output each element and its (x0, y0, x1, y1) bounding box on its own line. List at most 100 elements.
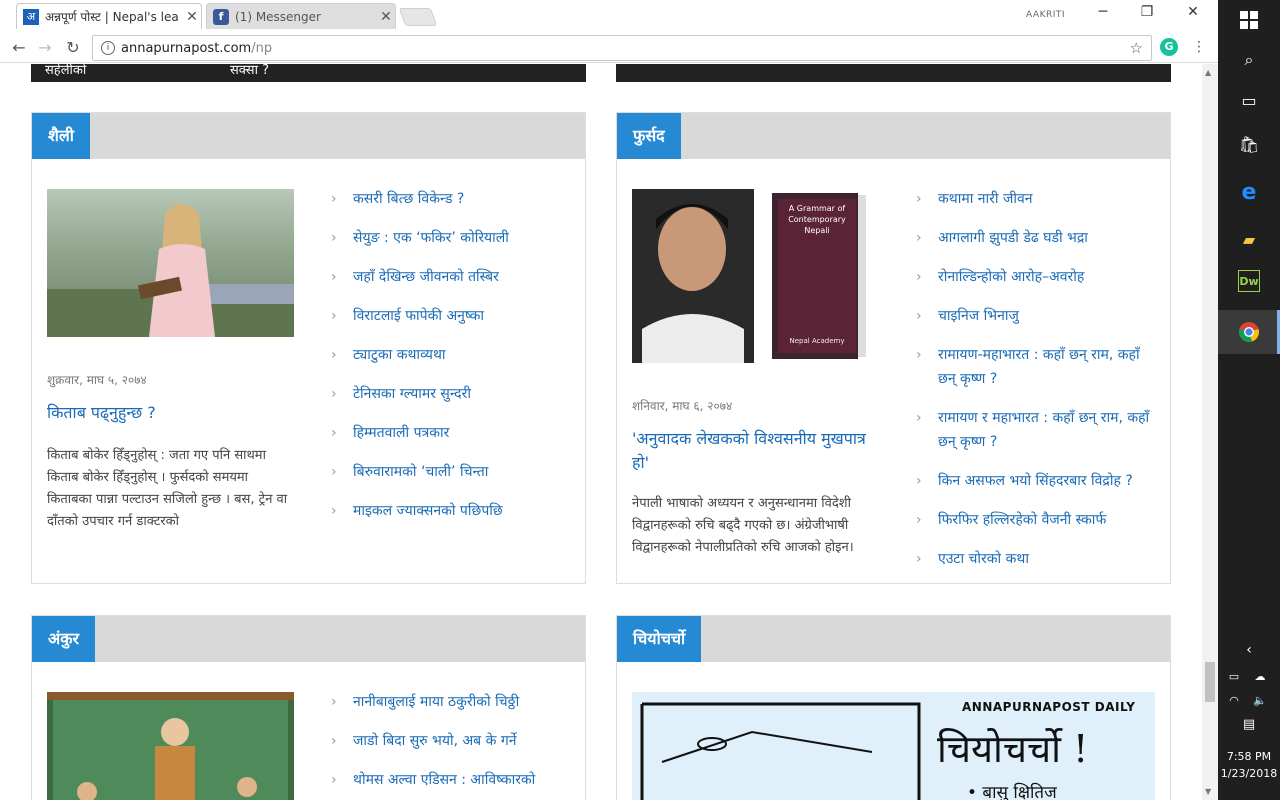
section-label[interactable]: फुर्सद (617, 113, 681, 159)
bookmark-star-icon[interactable]: ☆ (1130, 39, 1143, 57)
cartoon-brand: ANNAPURNAPOST DAILY (962, 700, 1136, 714)
chevron-left-icon[interactable]: ‹ (1235, 636, 1263, 664)
list-item[interactable]: सेयुङ : एक ‘फकिर’ कोरियाली (331, 226, 571, 250)
reload-icon[interactable]: ↻ (62, 37, 84, 59)
list-item[interactable]: किन असफल भयो सिंहदरबार विद्रोह ? (916, 469, 1156, 493)
minimize-icon[interactable]: ─ (1088, 4, 1118, 24)
tab-title: अन्नपूर्ण पोस्ट | Nepal's lea (45, 10, 179, 24)
menu-icon[interactable]: ⋮ (1192, 39, 1206, 55)
panel-chiyochurcho: चियोचर्चो ANNAPURNAPOST DAILY चियोचर्चो … (616, 615, 1171, 800)
forward-icon[interactable]: → (34, 37, 56, 59)
panel-fursad: फुर्सद A Grammar of Contemporary Nepali … (616, 112, 1171, 584)
browser-window: अ अन्नपूर्ण पोस्ट | Nepal's lea ✕ f (1) … (0, 0, 1218, 800)
list-item[interactable]: ट्याटुका कथाव्यथा (331, 343, 571, 367)
browser-toolbar: ← → ↻ i annapurnapost.com /np ☆ G ⋮ (0, 33, 1218, 63)
list-item[interactable]: थोमस अल्वा एडिसन : आविष्कारको (331, 768, 571, 792)
article-date: शनिवार, माघ ६, २०७४ (632, 399, 733, 413)
section-label[interactable]: चियोचर्चो (617, 616, 702, 662)
tab-bar: अ अन्नपूर्ण पोस्ट | Nepal's lea ✕ f (1) … (0, 0, 1218, 33)
cartoon-image[interactable]: ANNAPURNAPOST DAILY चियोचर्चो ! • बासु क… (632, 692, 1155, 800)
book-publisher: Nepal Academy (789, 337, 845, 345)
annapurna-favicon-icon: अ (23, 8, 39, 25)
tab-messenger[interactable]: f (1) Messenger ✕ (206, 3, 396, 29)
list-item[interactable]: रामायण र महाभारत : कहाँ छन् राम, कहाँ छन… (916, 406, 1156, 454)
list-item[interactable]: एउटा चोरको कथा (916, 547, 1156, 565)
article-date: शुक्रवार, माघ ५, २०७४ (47, 373, 147, 387)
list-item[interactable]: टेनिसका ग्ल्यामर सुन्दरी (331, 382, 571, 406)
scroll-down-icon[interactable]: ▼ (1205, 787, 1211, 796)
scrollbar-thumb[interactable] (1205, 662, 1215, 702)
section-label[interactable]: अंकुर (32, 616, 96, 662)
maximize-icon[interactable]: ❐ (1132, 4, 1162, 24)
info-icon[interactable]: i (101, 41, 115, 55)
feature-excerpt: नेपाली भाषाको अध्ययन र अनुसन्धानमा विदेश… (632, 496, 854, 555)
list-item[interactable]: विराटलाई फापेकी अनुष्का (331, 304, 571, 328)
top-story-bar[interactable]: सहेलीको सक्सा ? (31, 64, 586, 82)
scroll-up-icon[interactable]: ▲ (1205, 68, 1211, 77)
list-item[interactable]: रामायण-महाभारत : कहाँ छन् राम, कहाँ छन् … (916, 343, 1156, 391)
close-window-icon[interactable]: ✕ (1178, 4, 1208, 24)
panel-header: चियोचर्चो (617, 616, 1170, 662)
page-viewport: सहेलीको सक्सा ? शैली शुक्रवार, माघ ५, २०… (0, 64, 1202, 800)
article-list: नानीबाबुलाई माया ठकुरीको चिठ्ठी जाडो बिद… (331, 690, 571, 792)
top-story-text-2: सक्सा ? (230, 64, 269, 78)
list-item[interactable]: जाडो बिदा सुरु भयो, अब के गर्ने (331, 729, 571, 753)
list-item[interactable]: जहाँ देखिन्छ जीवनको तस्बिर (331, 265, 571, 289)
feature-title[interactable]: 'अनुवादक लेखकको विश्वसनीय मुखपात्र हो' (632, 427, 882, 475)
chrome-icon (1239, 322, 1259, 342)
dreamweaver-icon[interactable]: Dw (1238, 270, 1260, 292)
back-icon[interactable]: ← (8, 37, 30, 59)
chrome-taskbar-active[interactable] (1218, 310, 1280, 354)
clock-time[interactable]: 7:58 PM (1218, 750, 1280, 763)
article-list: कसरी बित्छ विकेन्ड ? सेयुङ : एक ‘फकिर’ क… (331, 187, 571, 523)
windows-start-icon[interactable] (1235, 6, 1263, 34)
clock-date[interactable]: 1/23/2018 (1218, 767, 1280, 780)
feature-excerpt: किताब बोकेर हिँड्नुहोस् : जता गए पनि साथ… (47, 448, 288, 529)
list-item[interactable]: आगलागी झुपडी डेढ घडी भद्रा (916, 226, 1156, 250)
new-tab-button[interactable] (398, 8, 438, 26)
panel-header: फुर्सद (617, 113, 1170, 159)
top-story-bar-right (616, 64, 1171, 82)
store-icon[interactable]: 🛍 (1235, 130, 1263, 158)
list-item[interactable]: बिरुवारामको ‘चाली’ चिन्ता (331, 460, 571, 484)
file-explorer-icon[interactable]: ▰ (1235, 225, 1263, 253)
panel-shaili: शैली शुक्रवार, माघ ५, २०७४ किताब पढ्नुहु… (31, 112, 586, 584)
task-view-icon[interactable]: ▭ (1235, 86, 1263, 114)
url-host: annapurnapost.com (121, 40, 252, 56)
search-icon[interactable]: ⌕ (1235, 46, 1263, 74)
panel-header: अंकुर (32, 616, 585, 662)
feature-image-classroom[interactable] (47, 692, 294, 800)
profile-name[interactable]: AAKRITI (1026, 10, 1065, 20)
grammarly-icon[interactable]: G (1160, 38, 1178, 56)
tab-annapurnapost[interactable]: अ अन्नपूर्ण पोस्ट | Nepal's lea ✕ (16, 3, 202, 29)
list-item[interactable]: फिरफिर हल्लिरहेको वैजनी स्कार्फ (916, 508, 1156, 532)
facebook-favicon-icon: f (213, 8, 229, 25)
address-bar[interactable]: i annapurnapost.com /np ☆ (92, 35, 1152, 61)
notification-icon[interactable]: ▤ (1235, 710, 1263, 738)
edge-icon[interactable]: e (1235, 178, 1263, 206)
list-item[interactable]: कसरी बित्छ विकेन्ड ? (331, 187, 571, 211)
close-tab-icon[interactable]: ✕ (377, 9, 395, 25)
feature-title[interactable]: किताब पढ्नुहुन्छ ? (47, 401, 297, 425)
reading-girl-illustration (47, 204, 294, 337)
url-path: /np (251, 40, 273, 56)
classroom-illustration (47, 692, 294, 800)
cartoon-author: • बासु क्षितिज (967, 783, 1057, 800)
cartoon-title: चियोचर्चो ! (937, 727, 1089, 771)
feature-image-reading-girl[interactable] (47, 189, 294, 337)
page-scrollbar[interactable]: ▲ ▼ (1202, 64, 1218, 800)
feature-image-author-book[interactable]: A Grammar of Contemporary Nepali Nepal A… (632, 189, 869, 363)
list-item[interactable]: रोनाल्डिन्होको आरोह–अवरोह (916, 265, 1156, 289)
list-item[interactable]: माइकल ज्याक्सनको पछिपछि (331, 499, 571, 523)
list-item[interactable]: चाइनिज भिनाजु (916, 304, 1156, 328)
list-item[interactable]: कथामा नारी जीवन (916, 187, 1156, 211)
book-title: A Grammar of Contemporary Nepali (788, 204, 846, 235)
close-tab-icon[interactable]: ✕ (183, 9, 201, 25)
list-item[interactable]: नानीबाबुलाई माया ठकुरीको चिठ्ठी (331, 690, 571, 714)
list-item[interactable]: हिम्मतवाली पत्रकार (331, 421, 571, 445)
windows-logo (1240, 11, 1258, 29)
panel-header: शैली (32, 113, 585, 159)
top-story-text: सहेलीको (45, 64, 87, 78)
tab-title: (1) Messenger (235, 9, 321, 24)
section-label[interactable]: शैली (32, 113, 90, 159)
